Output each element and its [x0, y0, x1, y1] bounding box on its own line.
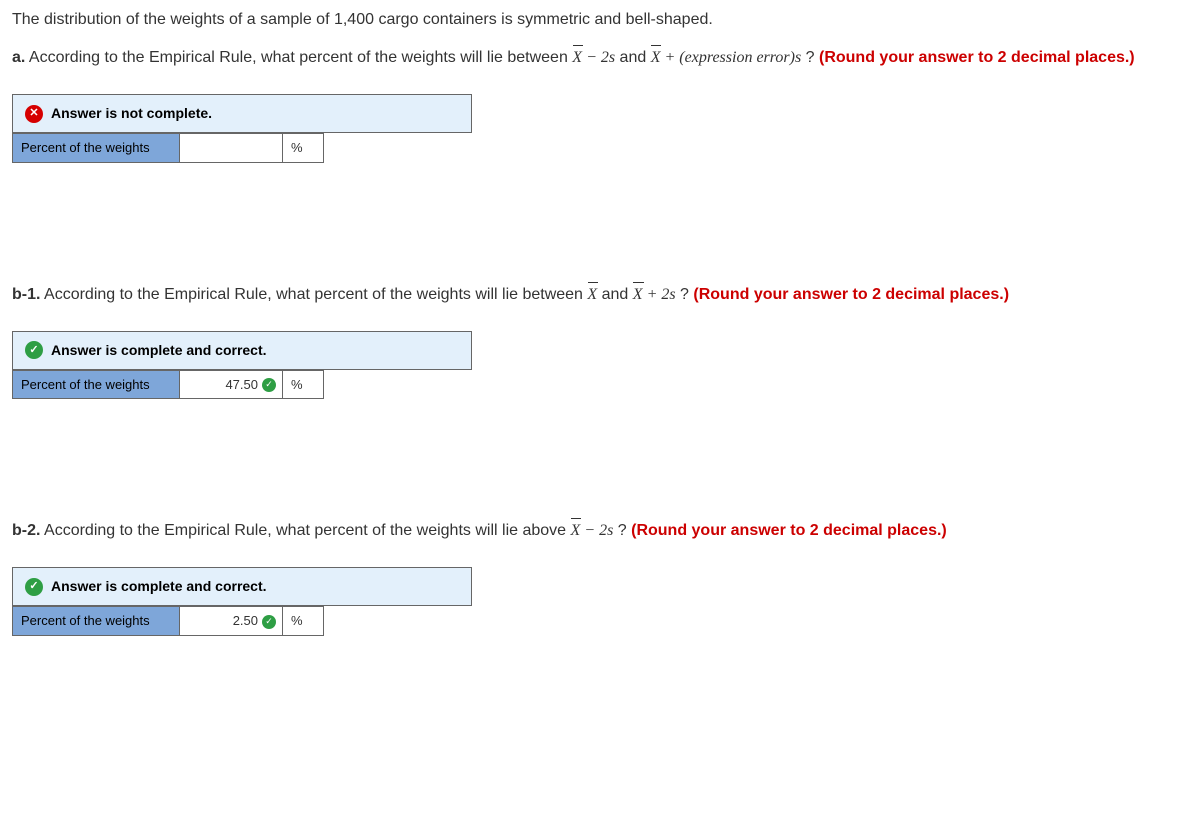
- round-instruction: (Round your answer to 2 decimal places.): [819, 49, 1135, 66]
- error-icon: ✕: [25, 105, 43, 123]
- intro-text: The distribution of the weights of a sam…: [12, 8, 1188, 32]
- part-a-label: a.: [12, 49, 25, 66]
- status-text: Answer is complete and correct.: [51, 576, 267, 597]
- part-b1-prompt: b-1. According to the Empirical Rule, wh…: [12, 283, 1188, 307]
- check-icon: ✓: [262, 378, 276, 392]
- part-b2-label: b-2.: [12, 522, 40, 539]
- check-icon: ✓: [25, 578, 43, 596]
- xbar-symbol: X: [651, 46, 661, 70]
- unit-label: %: [283, 370, 324, 399]
- status-bar-correct: ✓ Answer is complete and correct.: [12, 331, 472, 370]
- answer-table-b1: Percent of the weights 47.50✓ %: [12, 370, 324, 400]
- status-text: Answer is not complete.: [51, 103, 212, 124]
- check-icon: ✓: [25, 341, 43, 359]
- check-icon: ✓: [262, 615, 276, 629]
- answer-input-b2[interactable]: 2.50✓: [180, 607, 283, 636]
- table-row: Percent of the weights %: [13, 134, 324, 163]
- row-label: Percent of the weights: [13, 607, 180, 636]
- status-bar-incomplete: ✕ Answer is not complete.: [12, 94, 472, 133]
- answer-table-a: Percent of the weights %: [12, 133, 324, 163]
- xbar-symbol: X: [587, 283, 597, 307]
- xbar-symbol: X: [571, 519, 581, 543]
- part-a-prompt: a. According to the Empirical Rule, what…: [12, 46, 1188, 70]
- unit-label: %: [283, 134, 324, 163]
- round-instruction: (Round your answer to 2 decimal places.): [631, 522, 947, 539]
- table-row: Percent of the weights 2.50✓ %: [13, 607, 324, 636]
- row-label: Percent of the weights: [13, 370, 180, 399]
- round-instruction: (Round your answer to 2 decimal places.): [693, 286, 1009, 303]
- row-label: Percent of the weights: [13, 134, 180, 163]
- answer-input-b1[interactable]: 47.50✓: [180, 370, 283, 399]
- answer-input-a[interactable]: [180, 134, 283, 163]
- unit-label: %: [283, 607, 324, 636]
- status-text: Answer is complete and correct.: [51, 340, 267, 361]
- xbar-symbol: X: [572, 46, 582, 70]
- xbar-symbol: X: [633, 283, 643, 307]
- table-row: Percent of the weights 47.50✓ %: [13, 370, 324, 399]
- status-bar-correct: ✓ Answer is complete and correct.: [12, 567, 472, 606]
- part-b1-label: b-1.: [12, 286, 40, 303]
- part-b2-prompt: b-2. According to the Empirical Rule, wh…: [12, 519, 1188, 543]
- answer-table-b2: Percent of the weights 2.50✓ %: [12, 606, 324, 636]
